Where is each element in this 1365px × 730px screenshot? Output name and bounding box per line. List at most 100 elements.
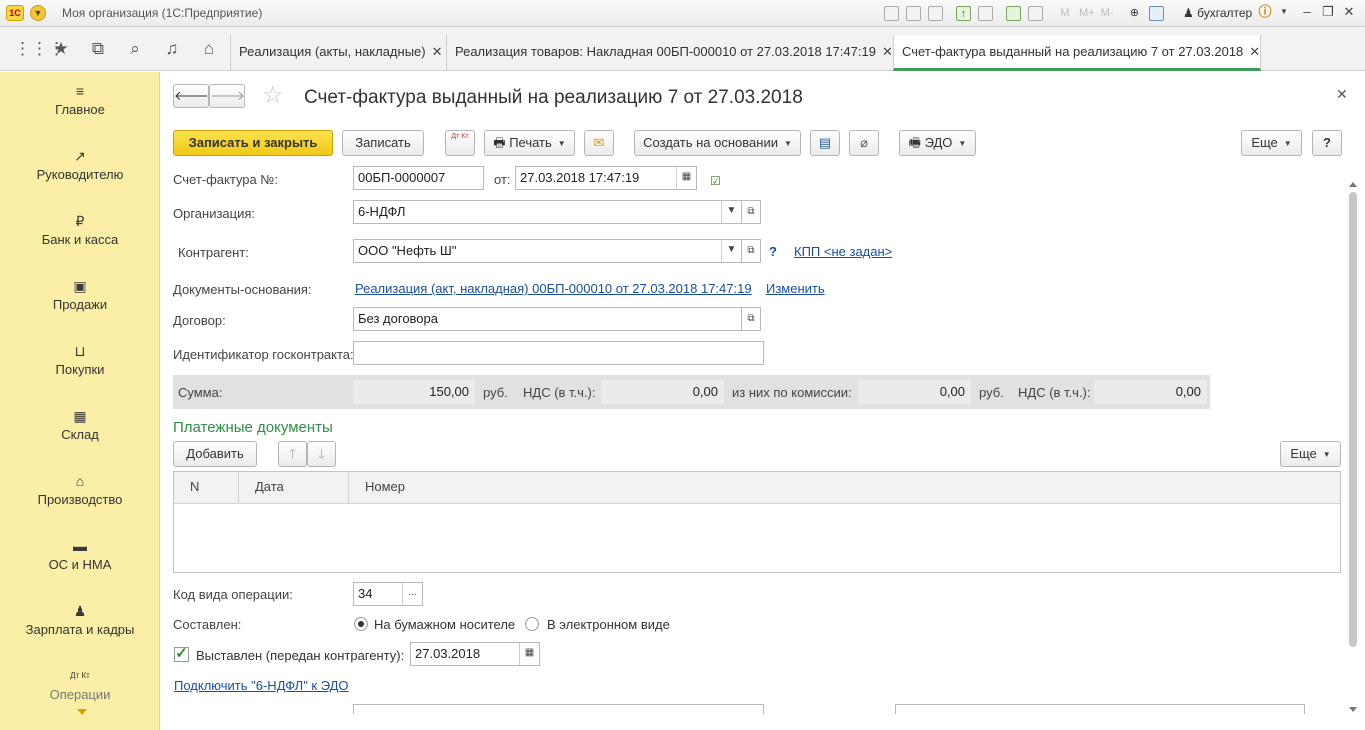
issued-label[interactable]: Выставлен (передан контрагенту): [196, 648, 404, 663]
add-payment-button[interactable]: Добавить [173, 441, 257, 467]
form-scrollbar[interactable] [1347, 182, 1359, 712]
org-field[interactable]: 6-НДФЛ ▼ [353, 200, 742, 224]
partial-field-right[interactable] [895, 704, 1305, 714]
attach-file-button[interactable]: ⌀ [849, 130, 879, 156]
notifications-bell-icon[interactable]: ♫ [162, 39, 182, 59]
move-down-button[interactable]: 🡓 [307, 441, 336, 467]
save-and-close-button[interactable]: Записать и закрыть [173, 130, 333, 156]
home-icon[interactable]: ⌂ [199, 39, 219, 59]
memory-mminus-icon[interactable]: M- [1100, 6, 1114, 21]
sidebar-scroll-down-icon[interactable] [77, 709, 87, 715]
issued-date-field[interactable]: 27.03.2018 ▦ [410, 642, 540, 666]
tab-close-icon[interactable]: ✕ [432, 35, 443, 69]
partial-field-left[interactable] [353, 704, 764, 714]
radio-paper-label[interactable]: На бумажном носителе [374, 617, 515, 632]
scroll-up-icon[interactable] [1349, 182, 1357, 187]
basis-document-link[interactable]: Реализация (акт, накладная) 00БП-000010 … [355, 281, 752, 296]
sidebar-item-purchases[interactable]: ⊔ Покупки [0, 342, 160, 377]
contractor-help-icon[interactable]: ? [769, 244, 777, 259]
invoice-number-field[interactable]: 00БП-0000007 [353, 166, 484, 190]
save-icon[interactable] [884, 6, 899, 21]
kpp-link[interactable]: КПП <не задан> [794, 244, 892, 259]
contractor-field[interactable]: ООО "Нефть Ш" ▼ [353, 239, 742, 263]
help-button[interactable]: ? [1312, 130, 1342, 156]
calendar-icon[interactable] [1028, 6, 1043, 21]
upload-icon[interactable]: ↑ [956, 6, 971, 21]
sidebar-item-warehouse[interactable]: ▦ Склад [0, 407, 160, 442]
date-field[interactable]: 27.03.2018 17:47:19 ▦ [515, 166, 697, 190]
tab-close-icon[interactable]: ✕ [882, 35, 893, 69]
panel-icon[interactable] [1149, 6, 1164, 21]
apps-grid-icon[interactable]: ⋮⋮⋮ [14, 39, 65, 59]
memory-m-icon[interactable]: M [1058, 6, 1072, 21]
open-contractor-button[interactable]: ⧉ [741, 239, 761, 263]
sidebar-item-manager[interactable]: ↗ Руководителю [0, 147, 160, 182]
op-code-select-button[interactable]: ... [402, 583, 422, 605]
favorites-star-icon[interactable]: ★ [51, 39, 71, 59]
chevron-down-icon: ▼ [783, 138, 792, 148]
forward-button[interactable]: 🡒 [209, 84, 245, 108]
calendar-icon[interactable]: ▦ [676, 167, 696, 189]
basis-change-link[interactable]: Изменить [766, 281, 825, 296]
preview-icon[interactable] [928, 6, 943, 21]
back-button[interactable]: 🡐 [173, 84, 209, 108]
gov-contract-field[interactable] [353, 341, 764, 365]
status-check-icon[interactable]: ☑ [710, 174, 721, 188]
tab-sales-invoice[interactable]: Реализация товаров: Накладная 00БП-00001… [446, 35, 893, 71]
connect-edo-link[interactable]: Подключить "6-НДФЛ" к ЭДО [174, 678, 349, 693]
tab-sales-list[interactable]: Реализация (акты, накладные) ✕ [230, 35, 444, 71]
contract-field[interactable]: Без договора [353, 307, 742, 331]
info-icon[interactable]: ⓘ [1257, 4, 1273, 20]
tab-invoice-issued[interactable]: Счет-фактура выданный на реализацию 7 от… [893, 35, 1261, 71]
scroll-down-icon[interactable] [1349, 707, 1357, 712]
op-code-field[interactable]: 34 ... [353, 582, 423, 606]
spreadsheet-icon[interactable] [1006, 6, 1021, 21]
move-up-button[interactable]: 🡑 [278, 441, 307, 467]
edo-button[interactable]: 🖷 ЭДО ▼ [899, 130, 976, 156]
open-org-button[interactable]: ⧉ [741, 200, 761, 224]
open-contract-button[interactable]: ⧉ [741, 307, 761, 331]
sidebar-item-sales[interactable]: ▣ Продажи [0, 277, 160, 312]
minimize-button[interactable]: – [1299, 4, 1315, 20]
email-button[interactable]: ✉ [584, 130, 614, 156]
more-button[interactable]: Еще ▼ [1241, 130, 1302, 156]
issued-checkbox[interactable]: ✓ [174, 646, 189, 662]
favorite-star-icon[interactable]: ☆ [262, 83, 284, 109]
sidebar-item-assets[interactable]: ▬ ОС и НМА [0, 537, 160, 572]
radio-paper[interactable] [354, 617, 368, 631]
info-dropdown-icon[interactable]: ▼ [1276, 4, 1292, 20]
radio-electronic[interactable] [525, 617, 539, 631]
current-user[interactable]: ♟ бухгалтер [1183, 6, 1252, 20]
print-icon[interactable] [906, 6, 921, 21]
scan-icon[interactable] [978, 6, 993, 21]
main-menu-button[interactable]: ▼ [30, 5, 46, 21]
sidebar-item-salary[interactable]: ♟ Зарплата и кадры [0, 602, 160, 637]
sidebar-item-operations[interactable]: Дт Кт Операции [0, 667, 160, 702]
create-based-on-button[interactable]: Создать на основании ▼ [634, 130, 801, 156]
search-icon[interactable]: ⌕ [125, 39, 145, 59]
dtkt-postings-button[interactable]: Дт Кт [445, 130, 475, 156]
restore-button[interactable]: ❐ [1320, 4, 1336, 20]
scroll-thumb[interactable] [1349, 192, 1357, 647]
sidebar-item-main[interactable]: ≡ Главное [0, 82, 160, 117]
chevron-down-icon[interactable]: ▼ [721, 201, 741, 223]
tab-close-icon[interactable]: ✕ [1249, 35, 1260, 69]
save-button[interactable]: Записать [342, 130, 424, 156]
payments-more-button[interactable]: Еще ▼ [1280, 441, 1341, 467]
column-header-date[interactable]: Дата [239, 472, 349, 503]
payments-table[interactable]: N Дата Номер [173, 471, 1341, 573]
sidebar-item-production[interactable]: ⌂ Производство [0, 472, 160, 507]
calendar-icon[interactable]: ▦ [519, 643, 539, 665]
zoom-icon[interactable]: ⊕ [1127, 6, 1142, 21]
close-form-icon[interactable]: ✕ [1336, 86, 1348, 103]
print-button[interactable]: 🖶 Печать ▼ [484, 130, 575, 156]
sidebar-item-bank[interactable]: ₽ Банк и касса [0, 212, 160, 247]
column-header-number[interactable]: Номер [349, 472, 1340, 503]
structure-button[interactable]: ▤ [810, 130, 840, 156]
radio-electronic-label[interactable]: В электронном виде [547, 617, 670, 632]
history-icon[interactable]: ⧉ [88, 39, 108, 59]
column-header-n[interactable]: N [174, 472, 239, 503]
memory-mplus-icon[interactable]: M+ [1079, 6, 1095, 21]
chevron-down-icon[interactable]: ▼ [721, 240, 741, 262]
close-window-button[interactable]: ✕ [1341, 4, 1357, 20]
